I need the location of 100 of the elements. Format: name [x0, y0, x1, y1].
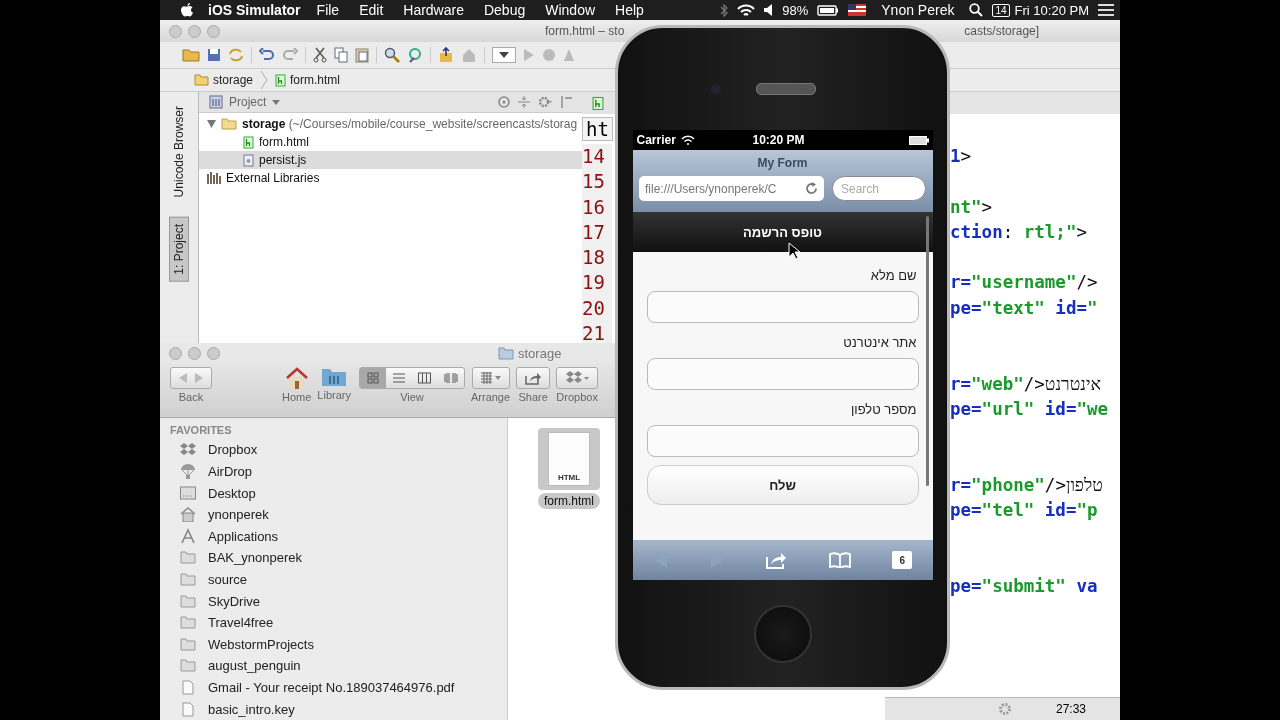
- tree-item[interactable]: form.html: [199, 133, 582, 151]
- sidebar-item[interactable]: basic_intro.key: [170, 698, 507, 720]
- grid-icon: [366, 372, 379, 384]
- share-button[interactable]: [516, 367, 551, 389]
- sidebar-item[interactable]: Travel4free: [170, 611, 507, 634]
- close-icon[interactable]: [169, 346, 182, 360]
- code-line: pe="tel" id="p: [950, 499, 1099, 523]
- replace-icon[interactable]: [407, 47, 423, 63]
- clock[interactable]: Fri 10:20 PM: [1014, 2, 1089, 18]
- minimize-icon[interactable]: [188, 24, 201, 38]
- code-line: pe="url" id="we: [950, 397, 1109, 421]
- sidebar-item[interactable]: Desktop: [170, 482, 507, 504]
- copy-icon[interactable]: [334, 47, 348, 63]
- folder-icon: [178, 551, 198, 565]
- line-number: 14: [582, 144, 606, 169]
- folder-icon[interactable]: [321, 367, 348, 387]
- sync-icon[interactable]: [228, 48, 244, 62]
- window-title: form.html – sto: [545, 24, 625, 38]
- submit-button[interactable]: שלח: [646, 465, 919, 505]
- search-icon[interactable]: [969, 3, 984, 17]
- zoom-icon[interactable]: [207, 346, 220, 360]
- status-time: 10:20 PM: [752, 133, 806, 147]
- volume-icon[interactable]: [764, 4, 774, 16]
- tree-label: storage (~/Courses/mobile/course_website/screencasts/storag: [242, 117, 578, 131]
- apple-icon[interactable]: [180, 2, 194, 18]
- menu-item[interactable]: Help: [615, 2, 644, 18]
- back-forward-control[interactable]: [170, 367, 212, 389]
- list-icon: [392, 372, 405, 384]
- run-config-dropdown[interactable]: [492, 47, 516, 63]
- play-icon[interactable]: [523, 48, 535, 62]
- sidebar-item[interactable]: SkyDrive: [170, 590, 507, 612]
- input-field[interactable]: [646, 358, 919, 390]
- battery-icon[interactable]: [817, 4, 840, 16]
- step-icon[interactable]: [563, 48, 577, 62]
- wifi-icon[interactable]: [737, 3, 756, 17]
- editor-breadcrumb[interactable]: ht: [582, 117, 613, 141]
- code-line: nt">: [950, 195, 994, 219]
- sidebar-item[interactable]: Dropbox: [170, 439, 507, 461]
- expand-triangle-icon[interactable]: [207, 120, 216, 128]
- calendar-badge[interactable]: 14: [992, 3, 1010, 17]
- menu-item[interactable]: Debug: [483, 2, 526, 18]
- menu-item[interactable]: File: [316, 2, 340, 18]
- tree-label: External Libraries: [226, 171, 320, 185]
- app-menu[interactable]: iOS Simulator: [208, 2, 301, 18]
- breadcrumb[interactable]: storage: [190, 73, 258, 87]
- bluetooth-icon[interactable]: [720, 3, 729, 17]
- input-field[interactable]: [646, 291, 919, 323]
- search-field[interactable]: Search: [832, 176, 926, 201]
- sidebar-item[interactable]: BAK_ynonperek: [170, 547, 507, 569]
- tool-window-tab[interactable]: 1: Project: [169, 217, 189, 283]
- breadcrumb[interactable]: form.html: [271, 73, 345, 87]
- address-field[interactable]: file:///Users/ynonperek/C: [639, 176, 824, 201]
- sidebar-item[interactable]: ynonperek: [170, 503, 507, 526]
- share-icon[interactable]: [765, 551, 788, 569]
- gear-icon[interactable]: [997, 702, 1012, 716]
- folder-icon[interactable]: [182, 48, 200, 62]
- toolbar-label: Arrange: [470, 391, 511, 403]
- pin-icon[interactable]: [560, 96, 572, 108]
- sidebar-item[interactable]: august_penguin: [170, 655, 507, 677]
- undo-icon[interactable]: [259, 48, 275, 62]
- target-icon[interactable]: [498, 96, 510, 108]
- html-file-icon[interactable]: [592, 95, 604, 111]
- input-field[interactable]: [646, 425, 919, 457]
- save-icon[interactable]: [207, 48, 221, 62]
- book-icon[interactable]: [827, 552, 852, 568]
- menu-item[interactable]: Window: [545, 2, 596, 18]
- dropbox-button[interactable]: [556, 367, 599, 389]
- tree-item[interactable]: External Libraries: [199, 169, 582, 187]
- list-icon[interactable]: [1098, 4, 1114, 16]
- scissors-icon[interactable]: [313, 47, 327, 63]
- upload-icon[interactable]: [438, 47, 454, 63]
- search-icon[interactable]: [384, 47, 400, 63]
- tabs-button[interactable]: 6: [892, 551, 913, 569]
- menu-item[interactable]: Edit: [359, 2, 384, 18]
- minimize-icon[interactable]: [188, 346, 201, 360]
- zoom-icon[interactable]: [207, 24, 220, 38]
- tree-item[interactable]: persist.js: [199, 151, 582, 169]
- arrange-button[interactable]: [471, 367, 510, 389]
- settings-icon[interactable]: [538, 96, 552, 108]
- toolbar-label: Back: [178, 391, 204, 403]
- redo-icon[interactable]: [282, 48, 298, 62]
- collapse-icon[interactable]: [518, 96, 530, 108]
- sidebar-item[interactable]: AirDrop: [170, 460, 507, 483]
- sidebar-item[interactable]: Gmail - Your receipt No.189037464976.pdf: [170, 676, 507, 699]
- sidebar-item[interactable]: source: [170, 568, 507, 591]
- window-title: storage: [498, 345, 562, 361]
- menu-item[interactable]: Hardware: [403, 2, 464, 18]
- flag-icon[interactable]: [848, 4, 867, 16]
- paste-icon[interactable]: [355, 47, 369, 63]
- sidebar-item[interactable]: WebstormProjects: [170, 633, 507, 656]
- tree-item[interactable]: storage (~/Courses/mobile/course_website/screencasts/storag: [199, 115, 582, 133]
- tool-window-tab[interactable]: Unicode Browser: [170, 100, 188, 204]
- close-icon[interactable]: [169, 24, 182, 38]
- project-dropdown[interactable]: Project: [209, 95, 305, 109]
- home-icon[interactable]: [284, 367, 309, 389]
- user-name[interactable]: Ynon Perek: [881, 2, 955, 18]
- toolbar-label: View: [400, 391, 424, 403]
- chevron-icon: [261, 71, 268, 89]
- record-icon[interactable]: [542, 48, 556, 62]
- sidebar-item[interactable]: Applications: [170, 525, 507, 548]
